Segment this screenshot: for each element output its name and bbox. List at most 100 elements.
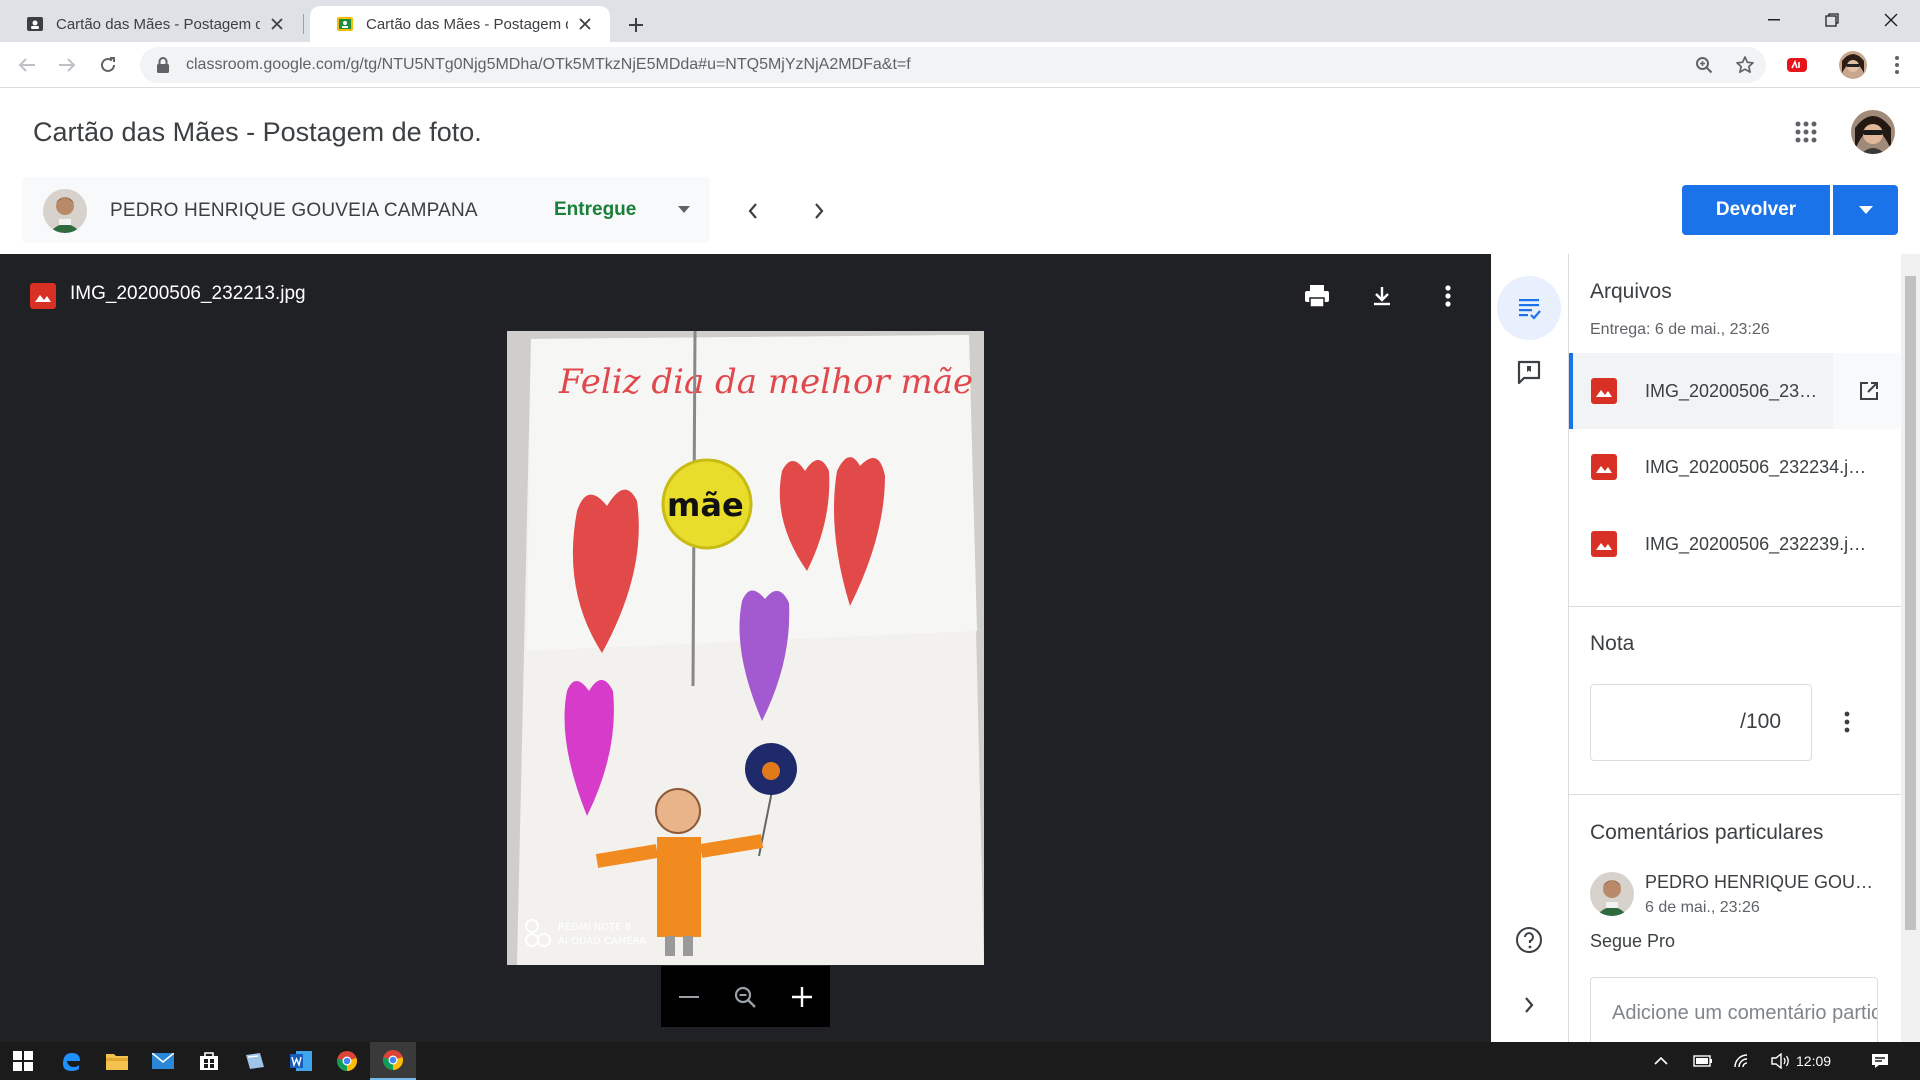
close-tab-icon[interactable] xyxy=(574,13,596,35)
bookmark-star-icon[interactable] xyxy=(1731,51,1759,79)
files-panel-button[interactable] xyxy=(1497,276,1561,340)
chevron-up-icon[interactable] xyxy=(1643,1042,1679,1080)
notes-app-icon[interactable] xyxy=(232,1042,278,1080)
side-panel-rail xyxy=(1491,254,1569,1042)
minimize-window-button[interactable] xyxy=(1745,0,1803,40)
mail-icon[interactable] xyxy=(140,1042,186,1080)
image-file-icon xyxy=(30,283,56,309)
chevron-left-icon xyxy=(748,203,757,219)
more-options-icon[interactable] xyxy=(1428,276,1468,316)
download-icon xyxy=(1374,287,1390,306)
plus-icon xyxy=(791,986,812,1007)
tab-title: Cartão das Mães - Postagem de f xyxy=(366,15,568,33)
battery-icon[interactable] xyxy=(1685,1042,1721,1080)
file-explorer-icon[interactable] xyxy=(94,1042,140,1080)
file-item[interactable]: IMG_20200506_232239.jpg xyxy=(1569,506,1901,582)
new-tab-button[interactable] xyxy=(620,9,652,41)
windows-taskbar: 12:09 xyxy=(0,1042,1920,1080)
url-text: classroom.google.com/g/tg/NTU5NTg0Njg5MD… xyxy=(186,56,911,73)
image-file-icon xyxy=(1591,454,1617,480)
help-button[interactable] xyxy=(1497,908,1561,972)
profile-avatar[interactable] xyxy=(1836,48,1870,82)
chrome-icon[interactable] xyxy=(324,1042,370,1080)
watermark-line2: AI QUAD CAMERA xyxy=(558,936,646,947)
windows-logo-icon xyxy=(13,1051,33,1071)
file-item[interactable]: IMG_20200506_232213.jpg xyxy=(1569,353,1901,429)
next-student-button[interactable] xyxy=(803,195,835,227)
student-selector[interactable]: PEDRO HENRIQUE GOUVEIA CAMPANA Entregue xyxy=(22,177,710,243)
file-item[interactable]: IMG_20200506_232234.jpg xyxy=(1569,429,1901,505)
file-name: IMG_20200506_232213.jpg xyxy=(1645,380,1827,401)
return-button[interactable]: Devolver xyxy=(1682,185,1830,235)
zoom-in-button[interactable] xyxy=(782,977,822,1017)
adobe-extension-icon[interactable] xyxy=(1780,48,1814,82)
reload-button[interactable] xyxy=(91,48,125,82)
tab-title: Cartão das Mães - Postagem de f xyxy=(56,15,260,33)
panel-scrollbar[interactable] xyxy=(1901,254,1920,1042)
zoom-icon[interactable] xyxy=(1690,51,1718,79)
restore-window-button[interactable] xyxy=(1803,0,1861,40)
comment-time: 6 de mai., 23:26 xyxy=(1645,899,1760,916)
back-button[interactable] xyxy=(10,48,44,82)
browser-tab-active[interactable]: Cartão das Mães - Postagem de f xyxy=(310,6,610,42)
comments-heading: Comentários particulares xyxy=(1590,821,1824,844)
zoom-reset-button[interactable] xyxy=(725,977,765,1017)
start-button[interactable] xyxy=(0,1042,46,1080)
browser-menu-icon[interactable] xyxy=(1880,48,1914,82)
address-bar[interactable]: classroom.google.com/g/tg/NTU5NTg0Njg5MD… xyxy=(140,47,1766,83)
submission-side-panel: Arquivos Entrega: 6 de mai., 23:26 IMG_2… xyxy=(1569,254,1901,1042)
grade-suffix: /100 xyxy=(1740,710,1781,733)
browser-tab[interactable]: Cartão das Mães - Postagem de f xyxy=(0,6,302,42)
volume-icon[interactable] xyxy=(1763,1042,1799,1080)
download-button[interactable] xyxy=(1362,276,1402,316)
caret-down-icon xyxy=(1858,206,1873,214)
reload-icon xyxy=(101,57,115,72)
help-icon xyxy=(1516,927,1542,953)
assignment-list-icon xyxy=(1519,299,1541,320)
grade-input[interactable]: /100 xyxy=(1590,684,1812,761)
scrollbar-thumb[interactable] xyxy=(1905,276,1916,930)
flower-text: mãe xyxy=(667,486,744,524)
submitted-photo[interactable]: Feliz dia da melhor mãe mãe REDMI NOTE 8… xyxy=(507,331,984,965)
lock-icon xyxy=(157,57,169,73)
zoom-controls xyxy=(661,966,830,1027)
chevron-right-icon xyxy=(1525,997,1534,1013)
account-avatar[interactable] xyxy=(1851,110,1895,154)
page-title: Cartão das Mães - Postagem de foto. xyxy=(33,117,482,147)
viewer-filename: IMG_20200506_232213.jpg xyxy=(70,283,306,304)
submission-status: Entregue xyxy=(554,199,637,220)
submitted-at: Entrega: 6 de mai., 23:26 xyxy=(1590,321,1770,338)
watermark-line1: REDMI NOTE 8 xyxy=(558,922,631,933)
word-icon[interactable] xyxy=(278,1042,324,1080)
wifi-icon[interactable] xyxy=(1725,1042,1761,1080)
comments-panel-button[interactable] xyxy=(1497,340,1561,404)
return-options-button[interactable] xyxy=(1833,185,1898,235)
arrow-left-icon xyxy=(18,58,35,72)
notifications-icon[interactable] xyxy=(1862,1042,1898,1080)
files-heading: Arquivos xyxy=(1590,280,1672,303)
more-options-icon[interactable] xyxy=(1831,706,1863,738)
plus-icon xyxy=(629,18,643,32)
caret-down-icon[interactable] xyxy=(672,197,696,221)
print-icon xyxy=(1305,285,1329,308)
previous-student-button[interactable] xyxy=(737,195,769,227)
grade-heading: Nota xyxy=(1590,632,1635,655)
file-name: IMG_20200506_232239.jpg xyxy=(1645,533,1867,554)
edge-browser-icon[interactable] xyxy=(48,1042,94,1080)
print-button[interactable] xyxy=(1297,276,1337,316)
classroom-icon xyxy=(337,17,353,31)
forward-button[interactable] xyxy=(50,48,84,82)
close-window-button[interactable] xyxy=(1862,0,1920,40)
store-icon[interactable] xyxy=(186,1042,232,1080)
file-name: IMG_20200506_232234.jpg xyxy=(1645,456,1867,477)
student-avatar xyxy=(43,189,87,233)
chrome-active-window-icon[interactable] xyxy=(370,1042,416,1080)
private-comment-input[interactable]: Adicione um comentário particular... xyxy=(1590,977,1878,1042)
collapse-panel-button[interactable] xyxy=(1497,973,1561,1037)
zoom-icon xyxy=(735,986,757,1008)
feedback-icon xyxy=(1517,360,1541,385)
open-in-new-button[interactable] xyxy=(1833,353,1901,429)
close-tab-icon[interactable] xyxy=(266,13,288,35)
zoom-out-button[interactable] xyxy=(669,977,709,1017)
google-apps-icon[interactable] xyxy=(1790,116,1822,148)
